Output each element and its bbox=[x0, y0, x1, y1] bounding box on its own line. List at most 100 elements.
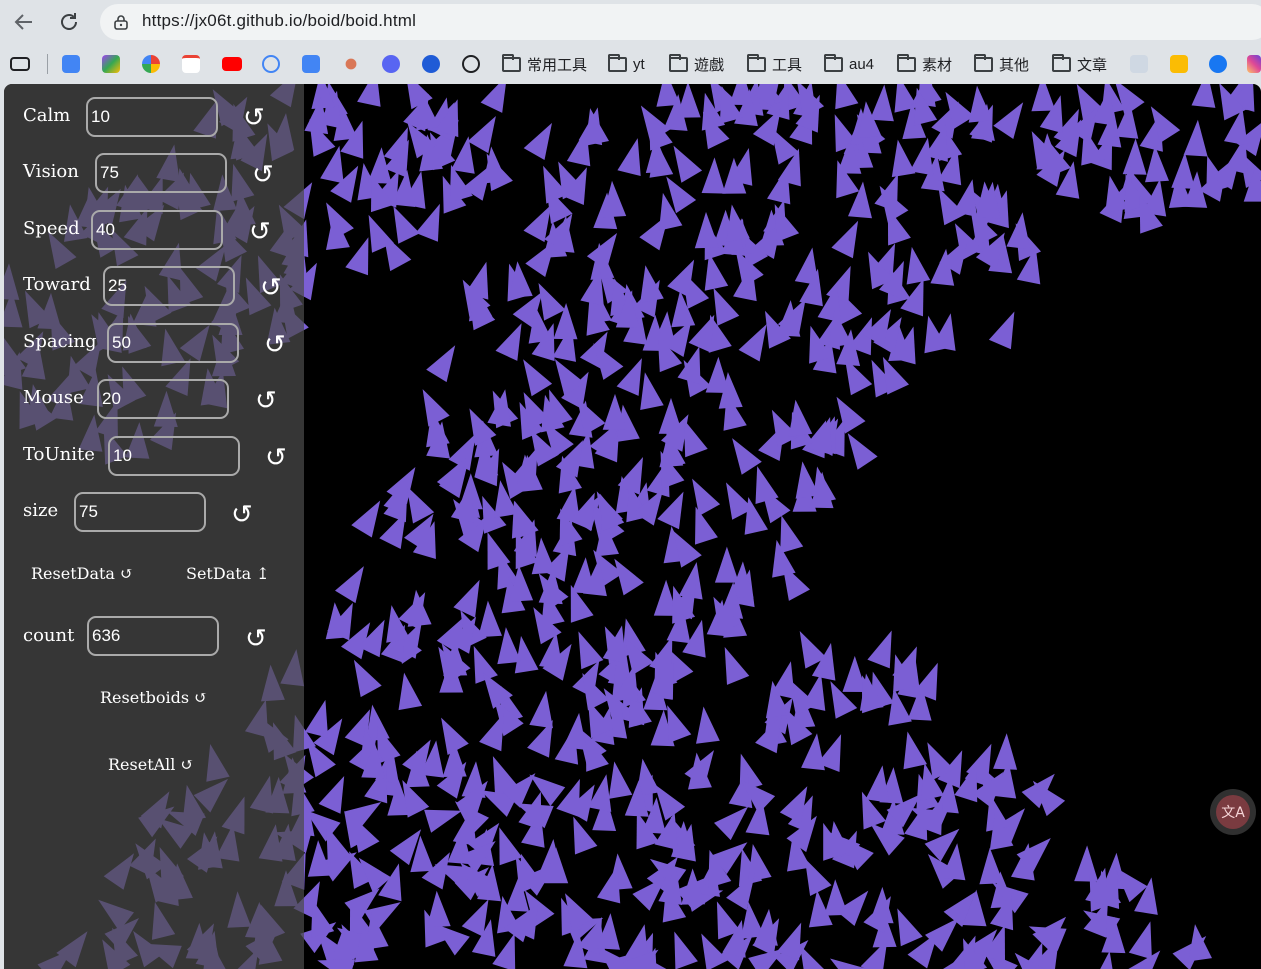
bookmark-translate[interactable] bbox=[302, 54, 320, 74]
mouse-reset-button[interactable]: ↺ bbox=[255, 388, 277, 414]
size-label: size bbox=[23, 500, 59, 521]
bookmark-chatgpt[interactable] bbox=[462, 54, 480, 74]
set-data-button[interactable]: SetData ↥ bbox=[186, 564, 270, 583]
boid bbox=[318, 776, 345, 814]
bookmark-gmail[interactable] bbox=[182, 54, 200, 74]
reload-icon bbox=[61, 13, 77, 30]
mouse-input[interactable] bbox=[97, 379, 229, 419]
bookmark-instagram[interactable] bbox=[1247, 54, 1261, 74]
tounite-input[interactable] bbox=[108, 436, 240, 476]
boid bbox=[897, 908, 923, 947]
count-reset-button[interactable]: ↺ bbox=[245, 626, 267, 652]
folder-icon bbox=[974, 53, 993, 72]
folder-icon bbox=[502, 53, 521, 72]
count-input[interactable] bbox=[87, 616, 219, 656]
address-bar[interactable]: https://jx06t.github.io/boid/boid.html bbox=[100, 4, 1261, 40]
bookmark-folder-1[interactable]: 常用工具 bbox=[502, 53, 587, 74]
bookmark-discord[interactable] bbox=[382, 54, 400, 74]
site-info-icon[interactable] bbox=[112, 13, 130, 31]
boid bbox=[657, 491, 684, 530]
reload-button[interactable] bbox=[55, 8, 83, 36]
bookmark-folder-5[interactable]: au4 bbox=[824, 53, 874, 74]
boid bbox=[608, 761, 633, 799]
boid bbox=[514, 635, 539, 674]
bookmark-youtube[interactable] bbox=[222, 54, 242, 74]
bookmark-link-1[interactable] bbox=[262, 54, 280, 74]
boid bbox=[865, 765, 890, 803]
boid bbox=[800, 945, 824, 969]
bookmark-google[interactable] bbox=[142, 54, 160, 74]
folder-icon bbox=[747, 53, 766, 72]
app-icon bbox=[102, 55, 120, 73]
boid bbox=[640, 372, 664, 410]
tab-search-bookmark[interactable] bbox=[10, 54, 30, 74]
boid bbox=[1145, 145, 1169, 183]
boid bbox=[988, 311, 1015, 350]
boid bbox=[317, 959, 356, 969]
bookmark-separator bbox=[47, 54, 48, 74]
translate-extension-button[interactable]: 文A bbox=[1216, 795, 1250, 829]
tounite-reset-button[interactable]: ↺ bbox=[265, 445, 287, 471]
spacing-input[interactable] bbox=[107, 323, 239, 363]
reset-all-button[interactable]: ResetAll ↺ bbox=[108, 755, 194, 774]
boid bbox=[304, 699, 329, 738]
spacing-reset-button[interactable]: ↺ bbox=[264, 332, 286, 358]
vision-reset-button[interactable]: ↺ bbox=[252, 162, 274, 188]
toward-reset-button[interactable]: ↺ bbox=[260, 275, 282, 301]
boid bbox=[1100, 951, 1113, 969]
boid bbox=[993, 102, 1024, 139]
back-button[interactable] bbox=[10, 8, 38, 36]
folder-icon bbox=[608, 53, 627, 72]
folder-icon bbox=[897, 53, 916, 72]
bookmark-calendar[interactable] bbox=[62, 54, 80, 74]
instagram-icon bbox=[1247, 55, 1261, 73]
boid bbox=[780, 515, 804, 554]
bookmark-folder-8[interactable]: 文章 bbox=[1052, 53, 1107, 74]
size-input[interactable] bbox=[74, 492, 206, 532]
boid bbox=[656, 84, 681, 107]
boid bbox=[617, 138, 641, 176]
boid bbox=[870, 84, 894, 122]
folder-icon bbox=[669, 53, 688, 72]
boid bbox=[979, 847, 1004, 885]
boid bbox=[968, 85, 993, 123]
bookmark-keep[interactable] bbox=[1170, 54, 1188, 74]
boid bbox=[1006, 212, 1031, 250]
boid bbox=[673, 145, 703, 183]
boid bbox=[523, 359, 553, 397]
boid bbox=[695, 506, 718, 545]
boid bbox=[831, 220, 859, 259]
bookmark-link-2[interactable] bbox=[422, 54, 440, 74]
calm-input[interactable] bbox=[86, 97, 218, 137]
tab-search-icon bbox=[10, 57, 30, 71]
bookmark-folder-4[interactable]: 工具 bbox=[747, 53, 802, 74]
discord-icon bbox=[382, 55, 400, 73]
boid bbox=[632, 876, 667, 911]
bookmark-colab[interactable] bbox=[102, 54, 120, 74]
speed-reset-button[interactable]: ↺ bbox=[249, 219, 271, 245]
app-icon bbox=[1130, 55, 1148, 73]
bookmark-facebook[interactable] bbox=[1209, 54, 1227, 74]
vision-label: Vision bbox=[23, 161, 79, 182]
reset-boids-button[interactable]: Resetboids ↺ bbox=[100, 688, 208, 707]
boid bbox=[357, 84, 381, 107]
calm-reset-button[interactable]: ↺ bbox=[243, 105, 265, 131]
vision-input[interactable] bbox=[95, 153, 227, 193]
boid bbox=[683, 419, 708, 458]
tounite-label: ToUnite bbox=[23, 444, 95, 465]
boid bbox=[835, 84, 859, 110]
bookmark-folder-3[interactable]: 遊戲 bbox=[669, 53, 724, 74]
reset-data-button[interactable]: ResetData ↺ bbox=[31, 564, 133, 583]
bookmark-folder-6[interactable]: 素材 bbox=[897, 53, 952, 74]
bookmark-claude[interactable] bbox=[342, 54, 360, 74]
bookmark-folder-2[interactable]: yt bbox=[608, 53, 645, 74]
boid bbox=[755, 466, 779, 504]
toward-input[interactable] bbox=[103, 266, 235, 306]
boid bbox=[311, 899, 335, 938]
size-reset-button[interactable]: ↺ bbox=[231, 502, 253, 528]
boid bbox=[426, 345, 456, 383]
speed-input[interactable] bbox=[91, 210, 223, 250]
chatgpt-icon bbox=[462, 55, 480, 73]
bookmark-app[interactable] bbox=[1130, 54, 1148, 74]
bookmark-folder-7[interactable]: 其他 bbox=[974, 53, 1029, 74]
